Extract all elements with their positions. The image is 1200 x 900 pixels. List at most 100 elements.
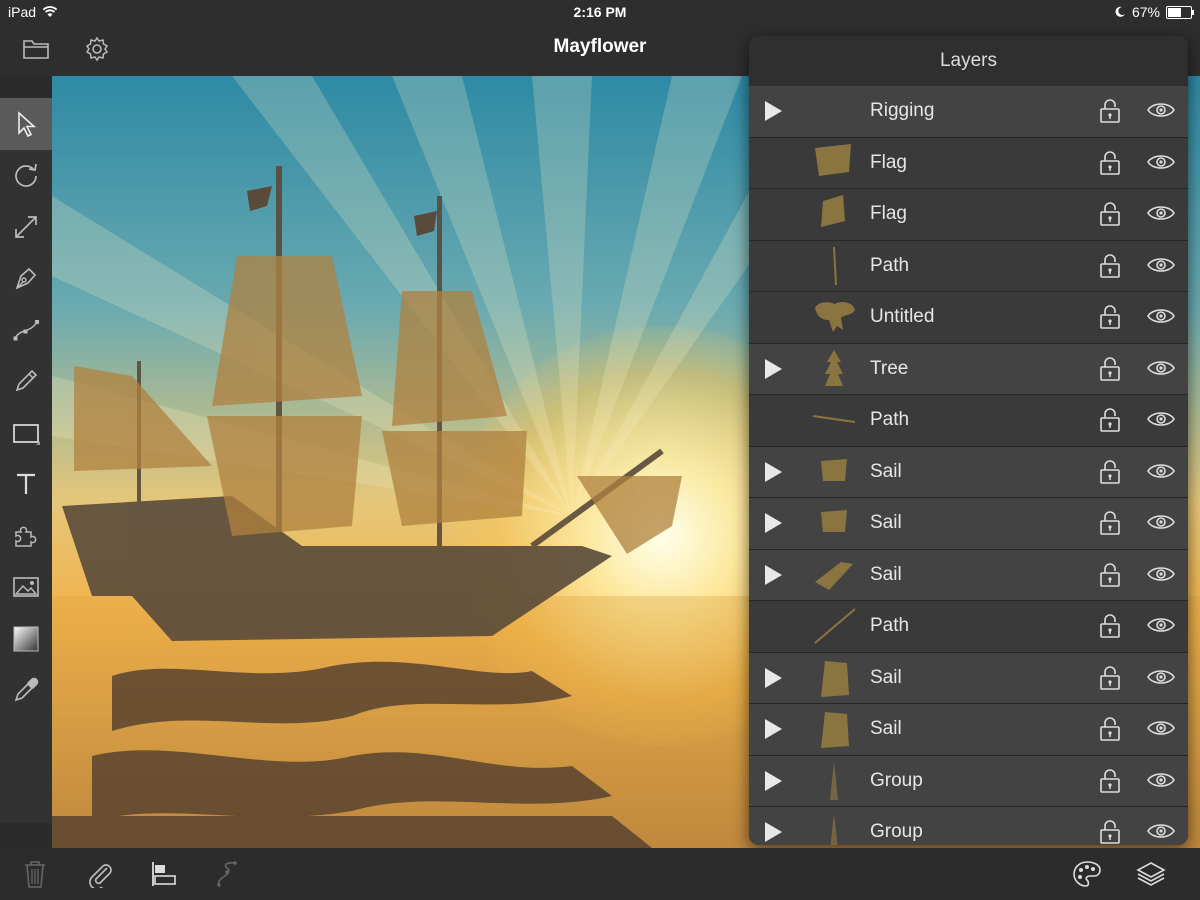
eye-icon[interactable] (1147, 255, 1175, 280)
layer-row[interactable]: Tree (749, 343, 1188, 395)
layer-thumbnail (811, 399, 857, 441)
layer-name: Path (870, 615, 910, 636)
layer-thumbnail (811, 811, 857, 845)
puzzle-tool[interactable] (0, 510, 52, 562)
eye-icon[interactable] (1147, 358, 1175, 383)
layer-row[interactable]: Sail (749, 652, 1188, 704)
rectangle-tool[interactable] (0, 407, 52, 459)
disclosure-triangle-icon[interactable] (765, 667, 782, 688)
pen-nib-icon (15, 268, 37, 290)
layer-name: Tree (870, 357, 909, 379)
lock-icon[interactable] (1099, 356, 1121, 387)
eye-icon[interactable] (1147, 667, 1175, 692)
image-icon (13, 577, 39, 598)
lock-icon[interactable] (1099, 562, 1121, 593)
layer-row[interactable]: Sail (749, 549, 1188, 601)
eye-icon[interactable] (1147, 306, 1175, 331)
disclosure-triangle-icon[interactable] (765, 822, 782, 842)
disclosure-triangle-icon[interactable] (765, 564, 782, 585)
node-tool[interactable] (0, 304, 52, 356)
layer-name: Path (870, 254, 910, 276)
select-tool[interactable] (0, 98, 52, 150)
moon-icon (1115, 6, 1125, 17)
layer-row[interactable]: Sail (749, 498, 1188, 550)
eyedropper-tool[interactable] (0, 665, 52, 717)
layers-panel-title: Layers (749, 36, 1188, 86)
resize-icon (15, 215, 37, 238)
pen-tool[interactable] (0, 253, 52, 305)
battery-level (1168, 7, 1182, 17)
eye-icon[interactable] (1147, 821, 1175, 845)
rectangle-icon (13, 423, 40, 445)
layer-row[interactable]: Group (749, 755, 1188, 807)
eye-icon[interactable] (1147, 718, 1175, 743)
eye-icon[interactable] (1147, 203, 1175, 228)
gradient-tool[interactable] (0, 613, 52, 665)
layer-name: Sail (870, 460, 902, 482)
lock-icon[interactable] (1099, 253, 1121, 284)
layers-icon[interactable] (1136, 859, 1166, 889)
layer-row[interactable]: Sail (749, 704, 1188, 756)
eye-icon[interactable] (1147, 770, 1175, 795)
eye-icon[interactable] (1147, 512, 1175, 537)
disclosure-triangle-icon[interactable] (765, 770, 782, 791)
eye-icon[interactable] (1147, 564, 1175, 589)
lock-icon[interactable] (1099, 819, 1121, 845)
layer-thumbnail (811, 554, 857, 596)
layer-row[interactable]: Path (749, 601, 1188, 653)
disclosure-triangle-icon[interactable] (765, 358, 782, 379)
battery-icon (1166, 5, 1194, 19)
layer-row[interactable]: Path (749, 240, 1188, 292)
lock-icon[interactable] (1099, 201, 1121, 232)
lock-icon[interactable] (1099, 459, 1121, 490)
disclosure-triangle-icon[interactable] (765, 461, 782, 482)
palette-icon[interactable] (1072, 859, 1102, 889)
lock-icon[interactable] (1099, 150, 1121, 181)
text-icon (17, 474, 35, 495)
lock-icon[interactable] (1099, 665, 1121, 696)
pencil-icon (15, 370, 38, 392)
path-icon[interactable] (212, 859, 242, 889)
layer-row[interactable]: Rigging (749, 86, 1188, 138)
layer-thumbnail (811, 657, 857, 699)
layer-row[interactable]: Sail (749, 446, 1188, 498)
disclosure-triangle-icon[interactable] (765, 719, 782, 739)
status-time: 2:16 PM (573, 4, 627, 20)
layer-row[interactable]: Flag (749, 137, 1188, 189)
layer-name: Group (870, 769, 923, 791)
layer-row[interactable]: Group (749, 807, 1188, 845)
layer-row[interactable]: Flag (749, 189, 1188, 241)
lock-icon[interactable] (1099, 768, 1121, 799)
disclosure-triangle-icon[interactable] (765, 101, 782, 121)
rotate-tool[interactable] (0, 150, 52, 202)
layer-thumbnail (811, 451, 857, 493)
align-icon[interactable] (148, 859, 178, 889)
paperclip-icon[interactable] (85, 859, 115, 889)
lock-icon[interactable] (1099, 613, 1121, 644)
eye-icon[interactable] (1147, 409, 1175, 434)
eye-icon[interactable] (1147, 461, 1175, 486)
layer-thumbnail (811, 502, 857, 544)
layer-row[interactable]: Untitled (749, 292, 1188, 344)
layer-thumbnail (811, 708, 857, 750)
lock-icon[interactable] (1099, 304, 1121, 335)
lock-icon[interactable] (1099, 407, 1121, 438)
layer-row[interactable]: Path (749, 395, 1188, 447)
lock-icon[interactable] (1099, 510, 1121, 541)
trash-icon[interactable] (20, 859, 50, 889)
eye-icon[interactable] (1147, 615, 1175, 640)
disclosure-triangle-icon[interactable] (765, 513, 782, 533)
scale-tool[interactable] (0, 201, 52, 253)
layers-panel: Layers Rigging Flag Flag Path Untitled Tree Pa… (749, 36, 1188, 845)
lock-icon[interactable] (1099, 716, 1121, 747)
image-tool[interactable] (0, 562, 52, 614)
layers-list: Rigging Flag Flag Path Untitled Tree Path Sail S… (749, 86, 1188, 845)
pencil-tool[interactable] (0, 356, 52, 408)
eye-icon[interactable] (1147, 100, 1175, 125)
layer-thumbnail (811, 605, 857, 647)
layer-thumbnail (811, 245, 857, 287)
lock-icon[interactable] (1099, 98, 1121, 129)
puzzle-icon (15, 526, 37, 547)
text-tool[interactable] (0, 459, 52, 511)
eye-icon[interactable] (1147, 152, 1175, 177)
